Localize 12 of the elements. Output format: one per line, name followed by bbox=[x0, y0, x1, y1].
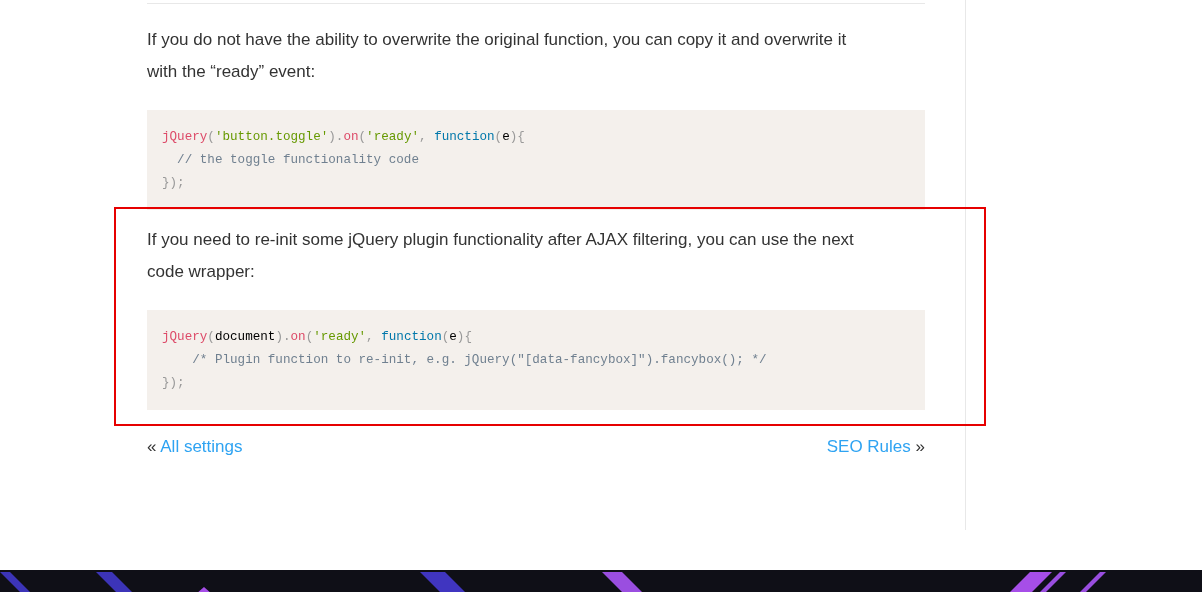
previous-link[interactable]: All settings bbox=[160, 437, 243, 456]
arrow-text: » bbox=[915, 437, 925, 456]
code-line: jQuery(document).on('ready', function(e){ bbox=[162, 329, 472, 346]
code-line: // the toggle functionality code bbox=[176, 152, 419, 169]
arrow-text: « bbox=[147, 437, 157, 456]
paragraph: If you need to re-init some jQuery plugin functionality after AJAX filtering, you can use the next code wrapper: bbox=[147, 229, 855, 283]
code-line: jQuery('button.toggle').on('ready', function(e){ bbox=[162, 129, 525, 146]
code-line: }); bbox=[162, 375, 185, 392]
next-link[interactable]: SEO Rules bbox=[826, 437, 911, 456]
paragraph: If you do not have the ability to overwrite the original function, you can copy it and overwrite it with the “ready” event: bbox=[147, 29, 848, 83]
code-line: /* Plugin function to re-init, e.g. jQuery("[data-fancybox]").fancybox(); */ bbox=[191, 352, 767, 369]
code-line: }); bbox=[162, 175, 185, 192]
